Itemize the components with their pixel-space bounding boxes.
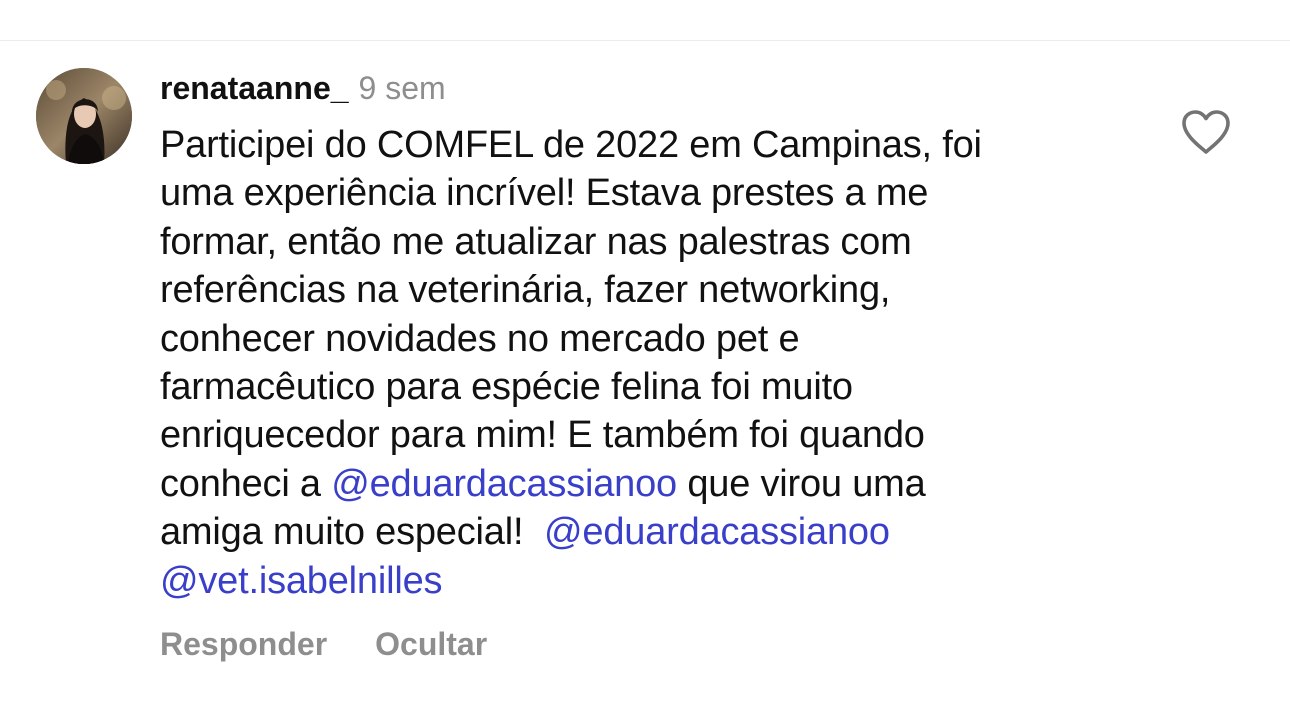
comment-line: @vet.isabelnilles xyxy=(160,557,1140,605)
comment-actions: Responder Ocultar xyxy=(160,622,487,666)
comment-text: Participei do COMFEL de 2022 em Campinas… xyxy=(160,121,1140,605)
like-button[interactable] xyxy=(1180,108,1232,156)
mention-link[interactable]: @vet.isabelnilles xyxy=(160,560,443,602)
comment-header: renataanne_ 9 sem xyxy=(160,66,446,110)
username[interactable]: renataanne_ xyxy=(160,70,349,106)
comment-line: conheci a @eduardacassianoo que virou um… xyxy=(160,460,1140,508)
comment-text-segment: conheci a xyxy=(160,462,332,505)
mention-link[interactable]: @eduardacassianoo xyxy=(331,463,677,505)
timestamp: 9 sem xyxy=(358,70,446,106)
comment-line: farmacêutico para espécie felina foi mui… xyxy=(160,366,853,409)
comment-line: referências na veterinária, fazer networ… xyxy=(160,269,891,312)
avatar-image xyxy=(36,68,132,164)
avatar[interactable] xyxy=(36,68,132,164)
hide-button[interactable]: Ocultar xyxy=(375,626,487,662)
comment-text-segment: amiga muito especial! xyxy=(160,511,545,554)
comment-line: formar, então me atualizar nas palestras… xyxy=(160,220,912,263)
comment-line: Participei do COMFEL de 2022 em Campinas… xyxy=(160,124,982,166)
reply-button[interactable]: Responder xyxy=(160,626,327,662)
comment-line: uma experiência incrível! Estava prestes… xyxy=(160,172,929,215)
mention-link[interactable]: @eduardacassianoo xyxy=(544,511,890,553)
comment-text-segment: que virou uma xyxy=(676,462,926,505)
comment-line: enriquecedor para mim! E também foi quan… xyxy=(160,414,925,457)
comment-line: amiga muito especial! @eduardacassianoo xyxy=(160,508,1140,556)
comment-item: renataanne_ 9 sem Participei do COMFEL de… xyxy=(0,0,1290,709)
comment-line: conhecer novidades no mercado pet e xyxy=(160,317,800,360)
heart-outline-icon xyxy=(1182,110,1230,154)
